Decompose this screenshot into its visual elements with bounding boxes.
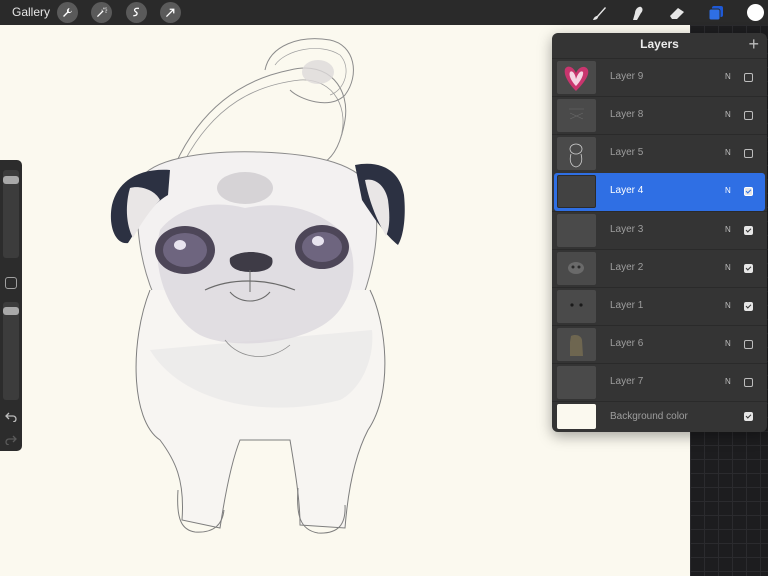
- layer-name: Layer 1: [610, 300, 644, 311]
- blend-mode-button[interactable]: N: [725, 110, 731, 119]
- layer-thumbnail: [557, 61, 596, 94]
- brush-size-slider[interactable]: [3, 170, 19, 258]
- blend-mode-button[interactable]: N: [725, 377, 731, 386]
- layer-row[interactable]: Layer 2 N: [552, 249, 767, 287]
- layer-visibility-checkbox[interactable]: [744, 73, 753, 82]
- gallery-button[interactable]: Gallery: [12, 5, 50, 19]
- layer-row[interactable]: Layer 3 N: [552, 211, 767, 249]
- add-layer-button[interactable]: +: [748, 34, 759, 54]
- blend-mode-button[interactable]: N: [725, 301, 731, 310]
- layer-row[interactable]: Layer 9 N: [552, 58, 767, 96]
- layers-panel-header: Layers +: [552, 33, 767, 57]
- background-color-swatch[interactable]: [557, 404, 596, 429]
- layer-row[interactable]: Layer 5 N: [552, 134, 767, 172]
- layer-row[interactable]: Layer 6 N: [552, 325, 767, 363]
- layer-thumbnail: [557, 290, 596, 323]
- blend-mode-button[interactable]: N: [725, 72, 731, 81]
- brush-size-thumb[interactable]: [3, 176, 19, 184]
- layer-name: Layer 3: [610, 224, 644, 235]
- layer-name: Background color: [610, 411, 688, 422]
- layer-row[interactable]: Layer 4 N: [554, 173, 765, 211]
- opacity-slider[interactable]: [3, 302, 19, 400]
- layer-name: Layer 6: [610, 338, 644, 349]
- blend-mode-button[interactable]: N: [725, 148, 731, 157]
- layer-thumbnail: [557, 252, 596, 285]
- left-sidebar: [0, 160, 22, 451]
- blend-mode-button[interactable]: N: [725, 263, 731, 272]
- layer-name: Layer 4: [610, 185, 644, 196]
- layer-thumbnail: [557, 99, 596, 132]
- layer-thumbnail: [557, 328, 596, 361]
- layer-visibility-checkbox[interactable]: [744, 378, 753, 387]
- brush-icon[interactable]: [588, 2, 610, 24]
- layer-visibility-checkbox[interactable]: [744, 302, 753, 311]
- undo-icon[interactable]: [4, 409, 18, 423]
- layer-visibility-checkbox[interactable]: [744, 226, 753, 235]
- layer-thumbnail: [557, 214, 596, 247]
- layer-name: Layer 8: [610, 109, 644, 120]
- layer-name: Layer 9: [610, 71, 644, 82]
- layer-row[interactable]: Layer 1 N: [552, 287, 767, 325]
- layer-row[interactable]: Layer 8 N: [552, 96, 767, 134]
- square-modify-icon[interactable]: [5, 277, 17, 289]
- layer-thumbnail: [557, 137, 596, 170]
- layer-row[interactable]: Layer 7 N: [552, 363, 767, 401]
- layer-visibility-checkbox[interactable]: [744, 187, 753, 196]
- magic-wand-icon[interactable]: [91, 2, 112, 23]
- layer-visibility-checkbox[interactable]: [744, 149, 753, 158]
- layer-name: Layer 5: [610, 147, 644, 158]
- background-color-row[interactable]: Background color: [552, 401, 767, 432]
- layer-name: Layer 7: [610, 376, 644, 387]
- layer-thumbnail: [557, 175, 596, 208]
- top-toolbar: Gallery: [0, 0, 768, 25]
- layer-visibility-checkbox[interactable]: [744, 340, 753, 349]
- layer-thumbnail: [557, 366, 596, 399]
- layers-panel-title: Layers: [640, 37, 679, 51]
- blend-mode-button[interactable]: N: [725, 339, 731, 348]
- color-picker-button[interactable]: [747, 4, 764, 21]
- blend-mode-button[interactable]: N: [725, 186, 731, 195]
- layer-visibility-checkbox[interactable]: [744, 111, 753, 120]
- smudge-icon[interactable]: [626, 2, 648, 24]
- layers-panel: Layers + Layer 9 N Layer 8 N Layer 5 N L…: [552, 33, 767, 432]
- layer-name: Layer 2: [610, 262, 644, 273]
- background-visibility-checkbox[interactable]: [744, 412, 753, 421]
- selection-icon[interactable]: [126, 2, 147, 23]
- layer-visibility-checkbox[interactable]: [744, 264, 753, 273]
- redo-icon[interactable]: [4, 432, 18, 446]
- wrench-icon[interactable]: [57, 2, 78, 23]
- transform-arrow-icon[interactable]: [160, 2, 181, 23]
- layers-icon[interactable]: [705, 2, 727, 24]
- opacity-thumb[interactable]: [3, 307, 19, 315]
- blend-mode-button[interactable]: N: [725, 225, 731, 234]
- eraser-icon[interactable]: [666, 2, 688, 24]
